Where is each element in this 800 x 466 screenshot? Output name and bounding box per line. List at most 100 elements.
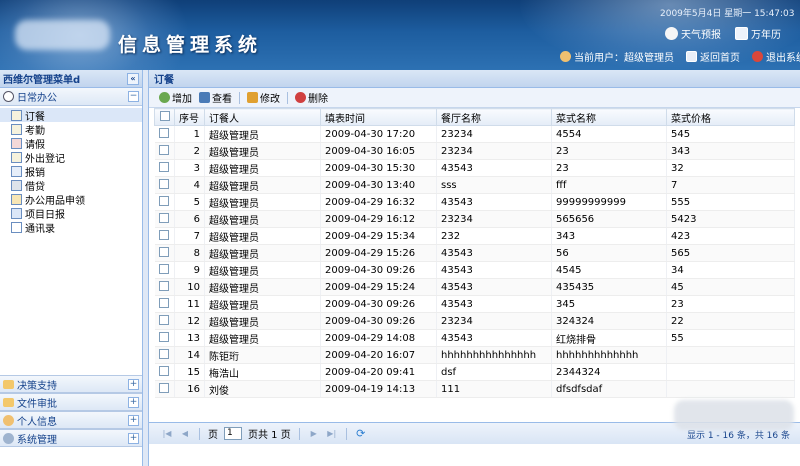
row-checkbox[interactable]: [159, 178, 170, 189]
group-decision-support[interactable]: 决策支持 +: [0, 375, 142, 393]
sidebar-item-leave[interactable]: 请假: [0, 136, 142, 151]
sidebar-item-order-meal[interactable]: 订餐: [0, 108, 142, 123]
table-row[interactable]: 9 超级管理员 2009-04-30 09:26 43543 4545 34: [154, 261, 795, 279]
row-checkbox[interactable]: [159, 263, 170, 274]
row-select-cell[interactable]: [154, 159, 175, 177]
row-checkbox[interactable]: [159, 229, 170, 240]
sidebar-item-outing[interactable]: 外出登记: [0, 150, 142, 165]
row-checkbox[interactable]: [159, 365, 170, 376]
column-header-no[interactable]: 序号: [174, 108, 205, 126]
collapsed-groups: 决策支持 + 文件审批 + 个人信息 + 系统管理 +: [0, 375, 142, 447]
calendar-link[interactable]: 万年历: [735, 26, 781, 41]
group-toggle[interactable]: +: [128, 414, 139, 426]
table-row[interactable]: 1 超级管理员 2009-04-30 17:20 23234 4554 545: [154, 125, 795, 143]
delete-button[interactable]: 删除: [293, 90, 330, 105]
row-select-cell[interactable]: [154, 346, 175, 364]
table-row[interactable]: 7 超级管理员 2009-04-29 15:34 232 343 423: [154, 227, 795, 245]
row-select-cell[interactable]: [154, 142, 175, 160]
refresh-icon[interactable]: ⟳: [355, 427, 367, 440]
home-link[interactable]: 返回首页: [686, 49, 740, 64]
fill-time-cell: 2009-04-30 13:40: [320, 176, 437, 194]
table-row[interactable]: 16 刘俊 2009-04-19 14:13 111 dfsdfsdaf: [154, 380, 795, 398]
group-toggle[interactable]: +: [128, 378, 139, 390]
group-toggle[interactable]: −: [128, 91, 139, 102]
row-select-cell[interactable]: [154, 193, 175, 211]
sidebar-item-loan[interactable]: 借贷: [0, 178, 142, 193]
row-checkbox[interactable]: [159, 127, 170, 138]
row-select-cell[interactable]: [154, 295, 175, 313]
table-row[interactable]: 11 超级管理员 2009-04-30 09:26 43543 345 23: [154, 295, 795, 313]
row-select-cell[interactable]: [154, 261, 175, 279]
table-row[interactable]: 10 超级管理员 2009-04-29 15:24 43543 435435 45: [154, 278, 795, 296]
row-select-cell[interactable]: [154, 210, 175, 228]
column-header-dish[interactable]: 菜式名称: [551, 108, 667, 126]
table-row[interactable]: 2 超级管理员 2009-04-30 16:05 23234 23 343: [154, 142, 795, 160]
select-all-header[interactable]: [154, 108, 175, 126]
row-select-cell[interactable]: [154, 244, 175, 262]
collapse-sidebar-button[interactable]: «: [127, 72, 139, 85]
group-file-approval[interactable]: 文件审批 +: [0, 393, 142, 411]
row-checkbox[interactable]: [159, 314, 170, 325]
row-select-cell[interactable]: [154, 380, 175, 398]
weather-link[interactable]: 天气预报: [665, 26, 721, 41]
sidebar-item-daily-report[interactable]: 项目日报: [0, 206, 142, 221]
reimburse-icon: [11, 165, 22, 177]
row-checkbox[interactable]: [159, 382, 170, 393]
table-row[interactable]: 14 陈钜珩 2009-04-20 16:07 hhhhhhhhhhhhhhh hhhh…: [154, 346, 795, 364]
row-checkbox[interactable]: [159, 246, 170, 257]
first-page-button[interactable]: |◀: [161, 428, 173, 440]
select-all-checkbox[interactable]: [159, 110, 170, 121]
row-select-cell[interactable]: [154, 125, 175, 143]
row-select-cell[interactable]: [154, 227, 175, 245]
row-checkbox[interactable]: [159, 195, 170, 206]
group-daily-office[interactable]: 日常办公 −: [0, 88, 142, 106]
column-header-time[interactable]: 填表时间: [320, 108, 437, 126]
add-button[interactable]: 增加: [157, 90, 194, 105]
close-icon: [752, 51, 763, 62]
row-select-cell[interactable]: [154, 329, 175, 347]
table-row[interactable]: 6 超级管理员 2009-04-29 16:12 23234 565656 5423: [154, 210, 795, 228]
row-select-cell[interactable]: [154, 176, 175, 194]
prev-page-button[interactable]: ◀: [179, 428, 191, 440]
group-system-admin[interactable]: 系统管理 +: [0, 429, 142, 447]
column-header-restaurant[interactable]: 餐厅名称: [436, 108, 552, 126]
report-icon: [11, 207, 22, 219]
sidebar-item-contacts[interactable]: 通讯录: [0, 220, 142, 235]
row-select-cell[interactable]: [154, 312, 175, 330]
row-select-cell[interactable]: [154, 363, 175, 381]
row-checkbox[interactable]: [159, 144, 170, 155]
row-checkbox[interactable]: [159, 297, 170, 308]
group-label: 决策支持: [17, 380, 57, 392]
edit-button[interactable]: 修改: [245, 90, 282, 105]
column-header-person[interactable]: 订餐人: [204, 108, 321, 126]
page-number-input[interactable]: 1: [224, 427, 242, 440]
row-checkbox[interactable]: [159, 331, 170, 342]
view-button[interactable]: 查看: [197, 90, 234, 105]
table-row[interactable]: 12 超级管理员 2009-04-30 09:26 23234 324324 22: [154, 312, 795, 330]
table-row[interactable]: 8 超级管理员 2009-04-29 15:26 43543 56 565: [154, 244, 795, 262]
view-label: 查看: [212, 94, 232, 105]
row-checkbox[interactable]: [159, 212, 170, 223]
table-row[interactable]: 3 超级管理员 2009-04-30 15:30 43543 23 32: [154, 159, 795, 177]
row-checkbox[interactable]: [159, 161, 170, 172]
group-personal-info[interactable]: 个人信息 +: [0, 411, 142, 429]
sidebar-item-attendance[interactable]: 考勤: [0, 122, 142, 137]
row-select-cell[interactable]: [154, 278, 175, 296]
row-checkbox[interactable]: [159, 280, 170, 291]
sidebar-item-reimburse[interactable]: 报销: [0, 164, 142, 179]
logout-link[interactable]: 退出系统: [752, 49, 800, 64]
sidebar-item-office-supplies[interactable]: 办公用品申领: [0, 192, 142, 207]
sidebar-item-label: 外出登记: [25, 153, 65, 165]
row-checkbox[interactable]: [159, 348, 170, 359]
user-icon: [560, 51, 571, 62]
group-toggle[interactable]: +: [128, 432, 139, 444]
table-row[interactable]: 4 超级管理员 2009-04-30 13:40 sss fff 7: [154, 176, 795, 194]
next-page-button[interactable]: ▶: [308, 428, 320, 440]
table-row[interactable]: 15 梅浩山 2009-04-20 09:41 dsf 2344324: [154, 363, 795, 381]
table-row[interactable]: 13 超级管理员 2009-04-29 14:08 43543 红烧排骨 55: [154, 329, 795, 347]
column-header-price[interactable]: 菜式价格: [666, 108, 795, 126]
table-row[interactable]: 5 超级管理员 2009-04-29 16:32 43543 99999999999 55…: [154, 193, 795, 211]
row-number-cell: 8: [174, 244, 205, 262]
group-toggle[interactable]: +: [128, 396, 139, 408]
last-page-button[interactable]: ▶|: [326, 428, 338, 440]
